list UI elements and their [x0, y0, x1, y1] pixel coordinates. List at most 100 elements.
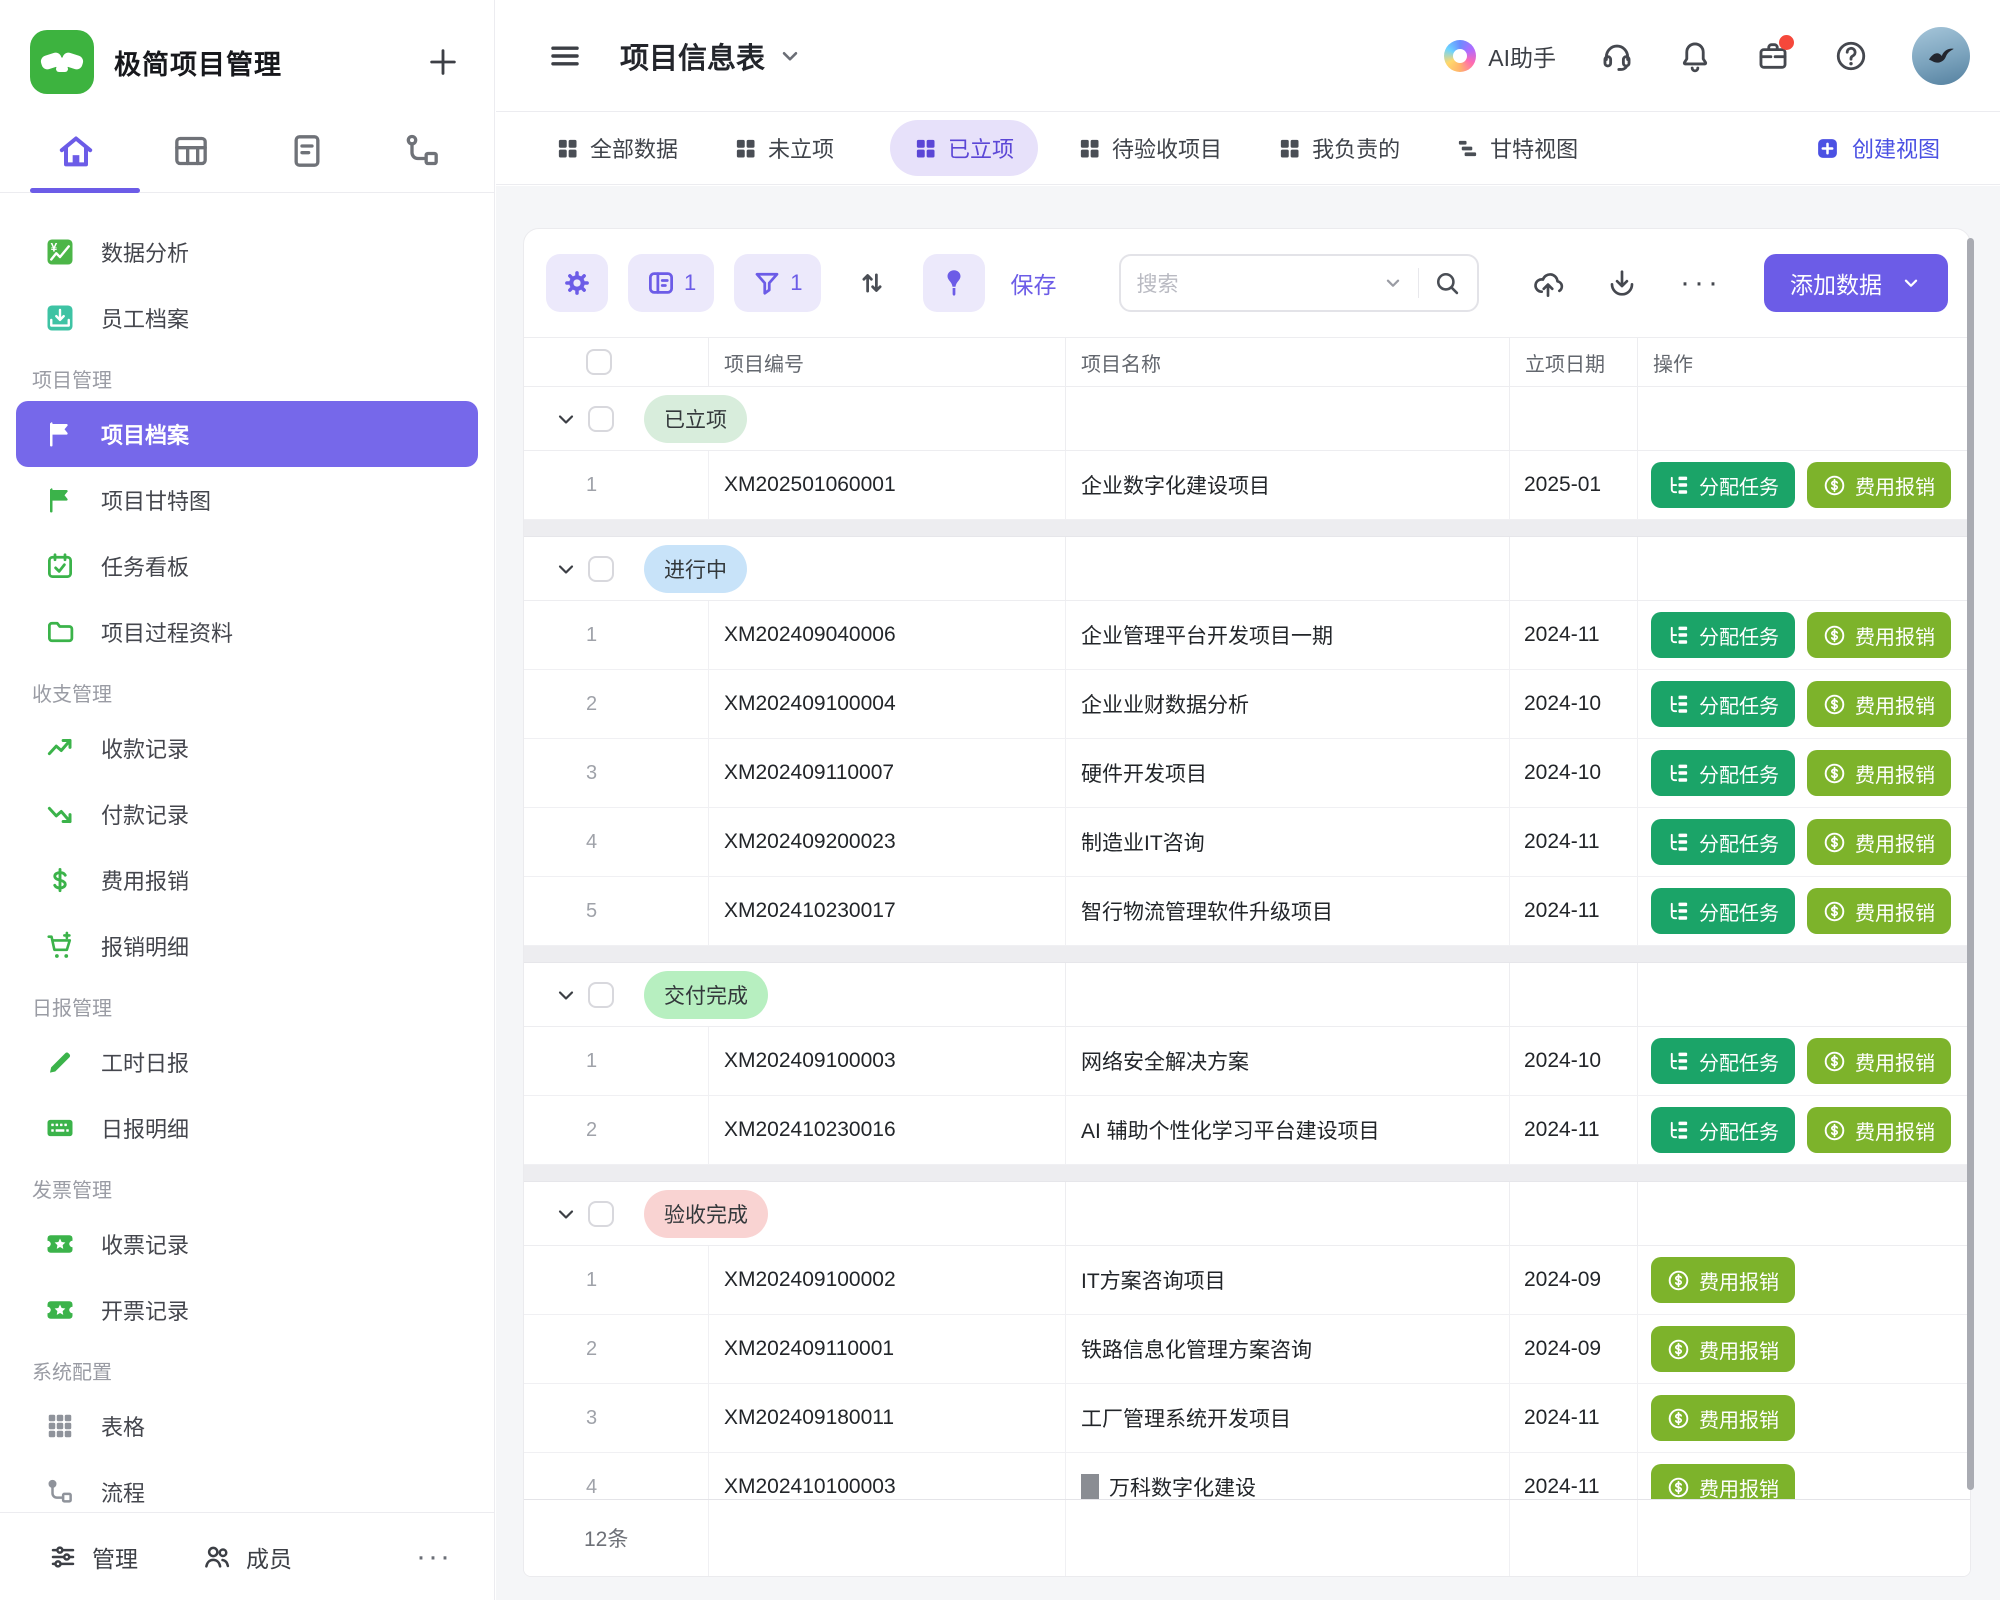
expense-claim-button[interactable]: 费用报销: [1651, 1326, 1795, 1372]
expense-claim-button[interactable]: 费用报销: [1807, 462, 1951, 508]
group-collapse-chevron-icon[interactable]: [554, 407, 578, 431]
title-chevron-down-icon[interactable]: [777, 43, 803, 69]
search-input[interactable]: 搜索: [1119, 254, 1479, 312]
assign-task-button[interactable]: 分配任务: [1651, 888, 1795, 934]
sidebar-item[interactable]: 任务看板: [16, 533, 478, 599]
action-label: 费用报销: [1855, 828, 1935, 857]
action-label: 分配任务: [1699, 828, 1779, 857]
members-button[interactable]: 成员: [202, 1540, 292, 1574]
table-row[interactable]: 2XM202410230016AI 辅助个性化学习平台建设项目2024-11分配…: [524, 1096, 1970, 1165]
expense-claim-button[interactable]: 费用报销: [1651, 1257, 1795, 1303]
sort-button[interactable]: [841, 254, 903, 312]
create-view-button[interactable]: 创建视图: [1815, 132, 1940, 164]
expense-claim-button[interactable]: 费用报销: [1807, 612, 1951, 658]
task-list-icon: [1667, 1050, 1690, 1073]
assign-task-button[interactable]: 分配任务: [1651, 819, 1795, 865]
table-row[interactable]: 2XM202409110001铁路信息化管理方案咨询2024-09费用报销: [524, 1315, 1970, 1384]
table-row[interactable]: 3XM202409110007硬件开发项目2024-10分配任务费用报销: [524, 739, 1970, 808]
view-tab[interactable]: 全部数据: [556, 132, 678, 164]
assign-task-button[interactable]: 分配任务: [1651, 681, 1795, 727]
help-icon[interactable]: [1834, 39, 1868, 73]
expense-claim-button[interactable]: 费用报销: [1807, 1107, 1951, 1153]
sidebar-tab-home-icon[interactable]: [56, 131, 96, 171]
ai-assistant-button[interactable]: AI助手: [1444, 39, 1556, 73]
expense-claim-button[interactable]: 费用报销: [1651, 1464, 1795, 1499]
view-tab[interactable]: 未立项: [734, 132, 834, 164]
view-tab-active[interactable]: 已立项: [890, 120, 1038, 176]
group-collapse-chevron-icon[interactable]: [554, 1202, 578, 1226]
select-all-checkbox[interactable]: [586, 349, 612, 375]
settings-button[interactable]: [546, 254, 608, 312]
import-button-cloudup-icon[interactable]: [1532, 267, 1564, 299]
table-row[interactable]: 4XM202410100003万科数字化建设2024-11费用报销: [524, 1453, 1970, 1499]
sidebar-item[interactable]: ¥数据分析: [16, 219, 478, 285]
briefcase-icon[interactable]: [1756, 39, 1790, 73]
sidebar-item[interactable]: 开票记录: [16, 1277, 478, 1343]
sidebar-item[interactable]: 付款记录: [16, 781, 478, 847]
hamburger-menu-icon[interactable]: [548, 39, 582, 73]
expense-claim-button[interactable]: 费用报销: [1807, 1038, 1951, 1084]
sidebar-section-label: 收支管理: [0, 665, 494, 715]
table-row[interactable]: 3XM202409180011工厂管理系统开发项目2024-11费用报销: [524, 1384, 1970, 1453]
vertical-scrollbar[interactable]: [1967, 238, 1974, 1490]
sidebar-item[interactable]: 项目过程资料: [16, 599, 478, 665]
sidebar-item[interactable]: 收票记录: [16, 1211, 478, 1277]
action-label: 费用报销: [1855, 690, 1935, 719]
assign-task-button[interactable]: 分配任务: [1651, 1038, 1795, 1084]
group-checkbox[interactable]: [588, 556, 614, 582]
group-checkbox[interactable]: [588, 982, 614, 1008]
group-checkbox[interactable]: [588, 1201, 614, 1227]
sidebar-tab-table-icon[interactable]: [171, 131, 211, 171]
headset-icon[interactable]: [1600, 39, 1634, 73]
table-row[interactable]: 5XM202410230017智行物流管理软件升级项目2024-11分配任务费用…: [524, 877, 1970, 946]
bell-icon[interactable]: [1678, 39, 1712, 73]
search-icon[interactable]: [1433, 269, 1461, 297]
expense-claim-button[interactable]: 费用报销: [1651, 1395, 1795, 1441]
sidebar-item[interactable]: 员工档案: [16, 285, 478, 351]
add-data-button[interactable]: 添加数据: [1764, 254, 1948, 312]
pin-button[interactable]: [923, 254, 985, 312]
expense-claim-button[interactable]: 费用报销: [1807, 888, 1951, 934]
expense-claim-button[interactable]: 费用报销: [1807, 750, 1951, 796]
sidebar-item[interactable]: 流程: [16, 1459, 478, 1512]
table-row[interactable]: 2XM202409100004企业业财数据分析2024-10分配任务费用报销: [524, 670, 1970, 739]
table-row[interactable]: 1XM202409040006企业管理平台开发项目一期2024-11分配任务费用…: [524, 601, 1970, 670]
sidebar-item[interactable]: 费用报销: [16, 847, 478, 913]
view-tab[interactable]: 甘特视图: [1456, 132, 1578, 164]
table-row[interactable]: 1XM202501060001企业数字化建设项目2025-01分配任务费用报销: [524, 451, 1970, 520]
sidebar-more-button[interactable]: ···: [416, 1552, 452, 1562]
sidebar-item[interactable]: 项目档案: [16, 401, 478, 467]
assign-task-button[interactable]: 分配任务: [1651, 1107, 1795, 1153]
group-checkbox[interactable]: [588, 406, 614, 432]
sidebar-tab-flow-icon[interactable]: [402, 131, 442, 171]
group-collapse-chevron-icon[interactable]: [554, 983, 578, 1007]
group-collapse-chevron-icon[interactable]: [554, 557, 578, 581]
view-tab[interactable]: 待验收项目: [1078, 132, 1222, 164]
sidebar-item[interactable]: 表格: [16, 1393, 478, 1459]
field-config-button[interactable]: 1: [628, 254, 714, 312]
table-row[interactable]: 1XM202409100002IT方案咨询项目2024-09费用报销: [524, 1246, 1970, 1315]
assign-task-button[interactable]: 分配任务: [1651, 612, 1795, 658]
sidebar-item[interactable]: 工时日报: [16, 1029, 478, 1095]
sidebar-tab-doc-icon[interactable]: [287, 131, 327, 171]
save-button[interactable]: 保存: [1005, 266, 1063, 300]
add-workspace-button[interactable]: [426, 45, 460, 79]
view-tab[interactable]: 我负责的: [1278, 132, 1400, 164]
task-list-icon: [1667, 693, 1690, 716]
filter-button[interactable]: 1: [734, 254, 820, 312]
table-row[interactable]: 1XM202409100003网络安全解决方案2024-10分配任务费用报销: [524, 1027, 1970, 1096]
assign-task-button[interactable]: 分配任务: [1651, 462, 1795, 508]
expense-claim-button[interactable]: 费用报销: [1807, 819, 1951, 865]
more-actions-button[interactable]: ···: [1680, 266, 1722, 300]
manage-button[interactable]: 管理: [48, 1540, 138, 1574]
user-avatar[interactable]: [1912, 27, 1970, 85]
table-row[interactable]: 4XM202409200023制造业IT咨询2024-11分配任务费用报销: [524, 808, 1970, 877]
sidebar-item[interactable]: 收款记录: [16, 715, 478, 781]
search-scope-chevron-icon[interactable]: [1382, 272, 1404, 294]
sidebar-item[interactable]: 项目甘特图: [16, 467, 478, 533]
expense-claim-button[interactable]: 费用报销: [1807, 681, 1951, 727]
assign-task-button[interactable]: 分配任务: [1651, 750, 1795, 796]
export-button-download-icon[interactable]: [1606, 267, 1638, 299]
sidebar-item[interactable]: 日报明细: [16, 1095, 478, 1161]
sidebar-item[interactable]: 报销明细: [16, 913, 478, 979]
